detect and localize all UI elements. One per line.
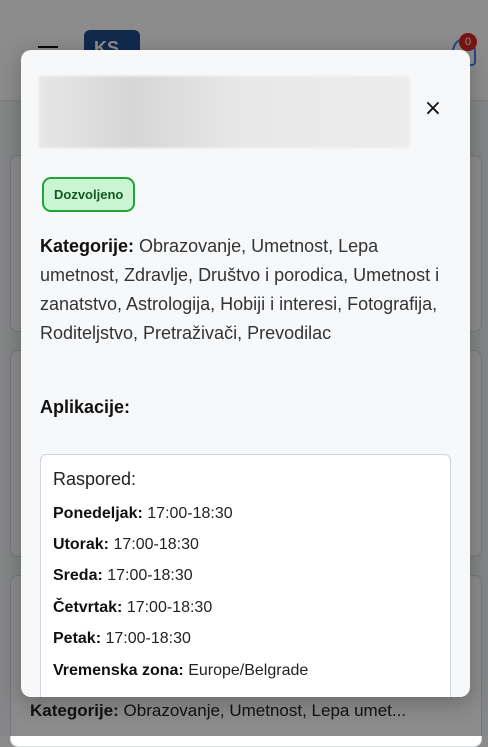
schedule-time: 17:00-18:30 [126, 599, 213, 616]
close-button[interactable]: × [419, 95, 447, 123]
schedule-row: Ponedeljak: 17:00-18:30 [53, 505, 233, 523]
details-modal: × Dozvoljeno Kategorije: Obrazovanje, Um… [21, 50, 470, 697]
schedule-row: Utorak: 17:00-18:30 [53, 536, 199, 554]
schedule-day-label: Utorak: [53, 536, 110, 553]
schedule-timezone: Europe/Belgrade [188, 662, 309, 679]
schedule-time: 17:00-18:30 [107, 567, 193, 584]
schedule-time: 17:00-18:30 [113, 536, 199, 553]
schedule-row: Sreda: 17:00-18:30 [53, 567, 193, 585]
schedule-title: Raspored: [53, 469, 137, 489]
schedule-day-label: Ponedeljak: [53, 505, 143, 522]
applications-label: Aplikacije: [40, 397, 131, 417]
schedule-day-label: Četvrtak: [53, 599, 123, 616]
categories-label: Kategorije: [40, 236, 135, 256]
status-badge: Dozvoljeno [42, 177, 136, 212]
schedule-box: Raspored: Ponedeljak: 17:00-18:30 Utorak… [40, 454, 451, 697]
schedule-row: Petak: 17:00-18:30 [53, 630, 191, 648]
schedule-day-label: Petak: [53, 630, 102, 647]
blurred-image [39, 76, 410, 148]
schedule-time: 17:00-18:30 [147, 505, 233, 522]
schedule-day-label: Sreda: [53, 567, 103, 584]
schedule-row: Vremenska zona: Europe/Belgrade [53, 662, 308, 680]
schedule-timezone-label: Vremenska zona: [53, 662, 184, 679]
schedule-time: 17:00-18:30 [105, 630, 191, 647]
schedule-row: Četvrtak: 17:00-18:30 [53, 599, 212, 617]
categories-text: Kategorije: Obrazovanje, Umetnost, Lepa … [40, 232, 440, 348]
